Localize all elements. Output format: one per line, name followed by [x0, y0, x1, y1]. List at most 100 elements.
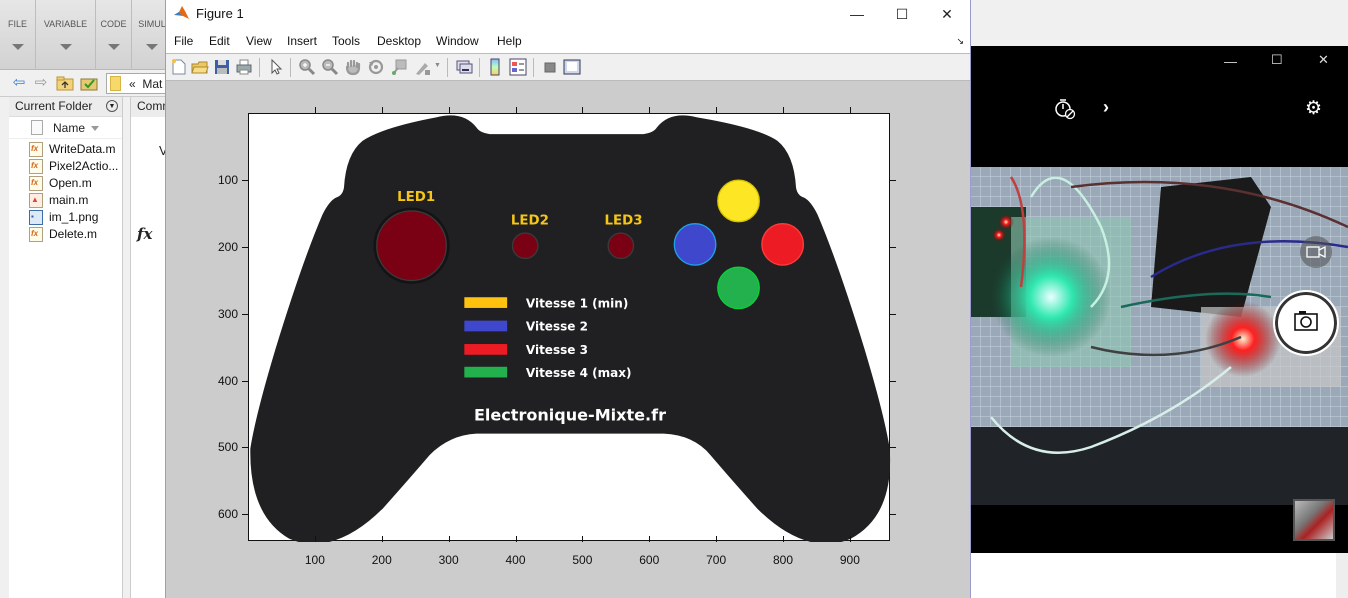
edit-plot-arrow-icon[interactable] [267, 58, 285, 76]
menu-edit[interactable]: Edit [209, 34, 230, 48]
file-list-header: Name [9, 117, 122, 139]
dock-figure-icon[interactable]: ↘ [956, 36, 964, 47]
insert-colorbar-icon[interactable] [486, 58, 504, 76]
y-tick-label: 400 [217, 373, 238, 388]
minimize-button[interactable]: — [834, 2, 880, 26]
y-tick-label: 600 [217, 507, 238, 522]
zoom-out-icon[interactable] [321, 58, 339, 76]
x-tick-label: 600 [639, 553, 660, 567]
maximize-button[interactable]: ☐ [879, 2, 925, 26]
brush-dropdown-icon[interactable]: ▼ [434, 62, 441, 69]
figure-title-bar[interactable]: Figure 1 — ☐ ✕ [166, 0, 970, 28]
path-segment[interactable]: Mat [142, 77, 162, 91]
file-list-item[interactable]: fx Open.m [9, 175, 122, 192]
data-cursor-icon[interactable] [390, 58, 408, 76]
led-1-indicator [376, 210, 447, 282]
led-3-label: LED3 [604, 213, 642, 228]
camera-minimize-button[interactable]: — [1224, 54, 1237, 69]
y-tick-mark-right [890, 179, 896, 181]
x-tick-mark [515, 536, 517, 542]
x-tick-label: 300 [438, 553, 459, 567]
menu-help[interactable]: Help [497, 34, 522, 48]
x-tick-mark-top [649, 107, 651, 113]
panel-menu-icon[interactable]: ▼ [106, 100, 118, 112]
y-tick-mark-right [890, 447, 896, 449]
up-folder-icon[interactable] [56, 75, 74, 91]
sort-descending-icon[interactable] [91, 126, 99, 131]
ribbon-tab-variable[interactable]: VARIABLE [36, 0, 96, 70]
x-tick-label: 400 [505, 553, 526, 567]
print-icon[interactable] [235, 58, 253, 76]
file-list-item[interactable]: fx Pixel2Actio... [9, 158, 122, 175]
command-window[interactable]: Comm V fx [130, 97, 170, 598]
y-tick-mark [242, 380, 248, 382]
file-list: fx WriteData.m fx Pixel2Actio... fx Open.m ▲ ma… [9, 139, 122, 243]
x-tick-mark [716, 536, 718, 542]
legend-swatch-2 [464, 320, 508, 332]
forward-arrow-icon[interactable]: ⇨ [32, 75, 50, 91]
menu-file[interactable]: File [174, 34, 193, 48]
green-button-circle [717, 266, 760, 310]
expand-controls-chevron-icon[interactable]: › [1103, 97, 1109, 118]
menu-tools[interactable]: Tools [332, 34, 360, 48]
path-breadcrumb-chevron[interactable]: « [129, 77, 136, 91]
blue-button-circle [673, 223, 717, 266]
zoom-in-icon[interactable] [298, 58, 316, 76]
timer-off-icon[interactable] [1054, 98, 1076, 120]
brush-icon[interactable] [413, 58, 431, 76]
save-icon[interactable] [213, 58, 231, 76]
file-name: WriteData.m [49, 142, 116, 156]
x-tick-label: 200 [371, 553, 392, 567]
file-name: Pixel2Actio... [49, 159, 119, 173]
link-plot-icon[interactable] [455, 58, 473, 76]
x-tick-mark-top [716, 107, 718, 113]
x-tick-mark-top [582, 107, 584, 113]
menu-window[interactable]: Window [436, 34, 479, 48]
hide-plot-tools-icon[interactable] [541, 58, 559, 76]
figure-toolbar: ▼ [166, 54, 970, 81]
name-column-header[interactable]: Name [53, 121, 85, 135]
current-path-field[interactable]: « Mat [106, 73, 170, 94]
function-browser-icon[interactable]: fx [137, 225, 152, 243]
ribbon-tab-file[interactable]: FILE [0, 0, 36, 70]
new-figure-icon[interactable] [170, 58, 188, 76]
current-folder-panel: Current Folder ▼ Name fx WriteData.m fx Pix… [9, 97, 123, 598]
menu-insert[interactable]: Insert [287, 34, 317, 48]
show-plot-tools-icon[interactable] [563, 58, 581, 76]
legend-swatch-4 [464, 366, 508, 378]
camera-maximize-button[interactable]: ☐ [1271, 52, 1283, 68]
close-button[interactable]: ✕ [924, 2, 970, 26]
rotate-3d-icon[interactable] [367, 58, 385, 76]
x-tick-mark [381, 536, 383, 542]
function-file-icon: fx [29, 142, 43, 157]
video-mode-button[interactable] [1300, 236, 1332, 268]
file-list-item[interactable]: ▲ main.m [9, 192, 122, 209]
file-list-item[interactable]: fx Delete.m [9, 226, 122, 243]
camera-close-button[interactable]: ✕ [1318, 52, 1329, 68]
take-photo-button[interactable] [1273, 290, 1339, 356]
plot-axes[interactable]: LED1 LED2 LED3 Vitesse 1 (min) Vitesse 2 Vite… [248, 113, 891, 542]
file-list-item[interactable]: ▪ im_1.png [9, 209, 122, 226]
settings-gear-icon[interactable]: ⚙ [1305, 97, 1322, 120]
y-tick-mark-right [890, 380, 896, 382]
last-photo-thumbnail[interactable] [1293, 499, 1335, 541]
y-tick-mark [242, 447, 248, 449]
file-list-item[interactable]: fx WriteData.m [9, 141, 122, 158]
camera-window: — ☐ ✕ › ⚙ [971, 46, 1348, 553]
figure-title: Figure 1 [196, 6, 244, 21]
brand-watermark: Electronique-Mixte.fr [474, 405, 666, 424]
x-tick-mark [314, 536, 316, 542]
insert-legend-icon[interactable] [509, 58, 527, 76]
led-2-label: LED2 [511, 213, 549, 228]
function-file-icon: fx [29, 176, 43, 191]
x-tick-label: 700 [706, 553, 727, 567]
red-button-circle [761, 223, 805, 266]
back-arrow-icon[interactable]: ⇦ [10, 75, 28, 91]
browse-folder-icon[interactable] [80, 75, 98, 91]
menu-desktop[interactable]: Desktop [377, 34, 421, 48]
x-tick-mark-top [849, 107, 851, 113]
open-file-icon[interactable] [191, 58, 209, 76]
ribbon-tab-code[interactable]: CODE [96, 0, 132, 70]
pan-hand-icon[interactable] [344, 58, 362, 76]
menu-view[interactable]: View [246, 34, 272, 48]
